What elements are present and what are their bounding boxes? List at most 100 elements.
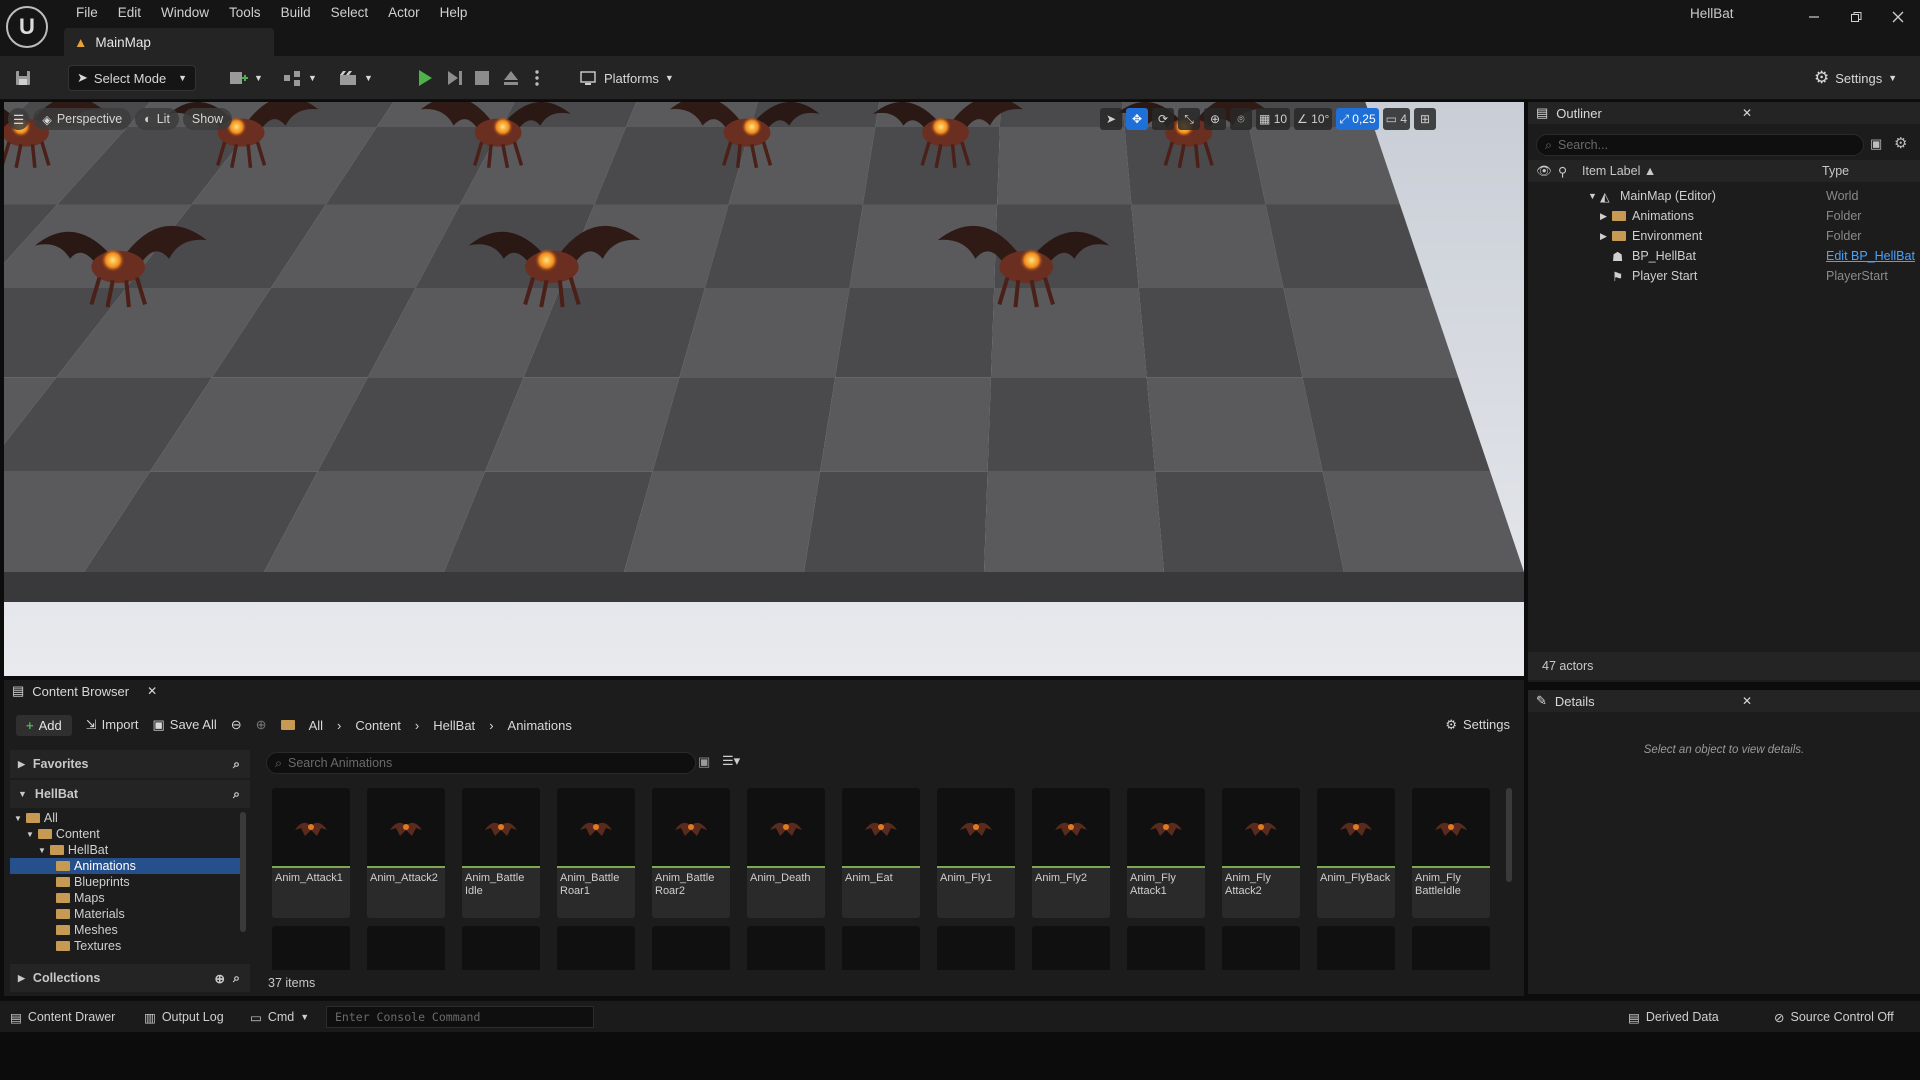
world-space-icon[interactable]: ⊕ — [1204, 108, 1226, 130]
outliner-row-animations[interactable]: ▶ Animations Folder — [1528, 206, 1920, 226]
lit-button[interactable]: ◐ Lit — [135, 108, 179, 130]
rotate-tool-icon[interactable]: ⟳ — [1152, 108, 1174, 130]
surface-snap-icon[interactable]: ⌾ — [1230, 108, 1252, 130]
asset-tile[interactable]: Anim_Fly Attack1 — [1127, 788, 1205, 918]
details-close-icon[interactable]: ✕ — [1742, 694, 1752, 708]
scale-tool-icon[interactable]: ⤡ — [1178, 108, 1200, 130]
breadcrumb-content[interactable]: Content — [355, 718, 401, 733]
import-button[interactable]: ⇲ Import — [86, 717, 139, 733]
asset-tile[interactable]: Anim_Battle Roar2 — [652, 788, 730, 918]
select-mode-dropdown[interactable]: ➤ Select Mode ▼ — [68, 65, 196, 91]
scale-snap-button[interactable]: ⤢ 0,25 — [1336, 108, 1379, 130]
add-actor-button[interactable]: ▼ — [228, 65, 263, 91]
asset-scrollbar[interactable] — [1506, 788, 1512, 882]
asset-tile[interactable]: Anim_Battle Idle — [462, 788, 540, 918]
save-icon[interactable] — [14, 65, 32, 91]
add-button[interactable]: + Add — [16, 714, 72, 736]
edit-blueprint-link[interactable]: Edit BP_HellBat — [1826, 249, 1915, 263]
tree-scrollbar[interactable] — [240, 812, 246, 932]
menu-file[interactable]: File — [66, 2, 108, 23]
content-settings-button[interactable]: ⚙ Settings — [1445, 717, 1510, 733]
asset-tile[interactable] — [842, 926, 920, 970]
blueprints-button[interactable]: ▼ — [282, 65, 317, 91]
content-browser-close-icon[interactable]: ✕ — [147, 684, 157, 698]
menu-window[interactable]: Window — [151, 2, 219, 23]
save-all-button[interactable]: ▣ Save All — [152, 717, 216, 733]
outliner-row-mainmap[interactable]: ▼ ◭ MainMap (Editor) World — [1528, 186, 1920, 206]
collections-header[interactable]: ▶ Collections ⊕ ⌕ — [10, 964, 250, 992]
project-header[interactable]: ▼ HellBat ⌕ — [10, 780, 250, 808]
cinematics-button[interactable]: ▼ — [338, 65, 373, 91]
breadcrumb-animations[interactable]: Animations — [508, 718, 572, 733]
tree-item-content[interactable]: ▼ Content — [10, 826, 242, 842]
asset-tile[interactable]: Anim_FlyBack — [1317, 788, 1395, 918]
collapse-icon[interactable]: ▼ — [1588, 191, 1597, 201]
outliner-row-player-start[interactable]: ⚑ Player Start PlayerStart — [1528, 266, 1920, 286]
tree-item-maps[interactable]: Maps — [10, 890, 242, 906]
expand-icon[interactable]: ▶ — [1600, 231, 1607, 242]
asset-tile[interactable] — [652, 926, 730, 970]
camera-speed-button[interactable]: ▭ 4 — [1382, 108, 1410, 130]
add-collection-icon[interactable]: ⊕ — [215, 971, 225, 986]
asset-tile[interactable]: Anim_Attack1 — [272, 788, 350, 918]
asset-tile[interactable] — [1032, 926, 1110, 970]
tree-item-materials[interactable]: Materials — [10, 906, 242, 922]
asset-tile[interactable] — [462, 926, 540, 970]
rotation-snap-button[interactable]: ∠ 10° — [1294, 108, 1333, 130]
tree-item-meshes[interactable]: Meshes — [10, 922, 242, 938]
asset-tile[interactable]: Anim_Fly Attack2 — [1222, 788, 1300, 918]
outliner-settings-icon[interactable]: ⚙ — [1894, 134, 1907, 152]
item-label-column[interactable]: Item Label ▲ — [1582, 164, 1656, 178]
content-browser-title[interactable]: Content Browser — [32, 684, 129, 699]
asset-tile[interactable]: Anim_Fly BattleIdle — [1412, 788, 1490, 918]
asset-tile[interactable]: Anim_Eat — [842, 788, 920, 918]
tree-item-blueprints[interactable]: Blueprints — [10, 874, 242, 890]
content-drawer-button[interactable]: ▤ Content Drawer — [10, 1007, 115, 1027]
asset-tile[interactable] — [1222, 926, 1300, 970]
search-icon[interactable]: ⌕ — [233, 757, 240, 772]
platforms-dropdown[interactable]: Platforms ▼ — [580, 65, 674, 91]
outliner-title[interactable]: Outliner — [1556, 106, 1602, 121]
stop-button[interactable] — [474, 65, 490, 91]
details-title[interactable]: Details — [1555, 694, 1595, 709]
more-options-icon[interactable] — [534, 65, 540, 91]
asset-tile[interactable]: Anim_Death — [747, 788, 825, 918]
minimize-icon[interactable] — [1796, 6, 1832, 28]
show-button[interactable]: Show — [182, 108, 233, 130]
console-input[interactable]: Enter Console Command — [326, 1006, 594, 1028]
forward-icon[interactable]: ⊕ — [256, 717, 267, 733]
asset-tile[interactable]: Anim_Battle Roar1 — [557, 788, 635, 918]
breadcrumb-hellbat[interactable]: HellBat — [433, 718, 475, 733]
translate-tool-icon[interactable]: ✥ — [1126, 108, 1148, 130]
outliner-row-environment[interactable]: ▶ Environment Folder — [1528, 226, 1920, 246]
level-viewport[interactable]: ☰ ◈ Perspective ◐ Lit Show ➤ ✥ ⟳ ⤡ ⊕ ⌾ ▦ 1… — [4, 102, 1524, 676]
asset-tile[interactable] — [367, 926, 445, 970]
asset-tile[interactable] — [1127, 926, 1205, 970]
save-search-icon[interactable]: ▣ — [698, 754, 710, 770]
type-column[interactable]: Type — [1822, 164, 1849, 178]
asset-tile[interactable] — [1412, 926, 1490, 970]
search-icon[interactable]: ⌕ — [233, 787, 240, 802]
asset-tile[interactable] — [747, 926, 825, 970]
tab-mainmap[interactable]: ▲ MainMap — [64, 28, 274, 56]
pin-column-icon[interactable]: ⚲ — [1558, 164, 1567, 179]
menu-build[interactable]: Build — [271, 2, 321, 23]
eject-button[interactable] — [502, 65, 520, 91]
perspective-button[interactable]: ◈ Perspective — [33, 108, 132, 130]
tree-item-hellbat[interactable]: ▼ HellBat — [10, 842, 242, 858]
asset-tile[interactable] — [1317, 926, 1395, 970]
cmd-dropdown[interactable]: ▭ Cmd ▼ — [250, 1007, 309, 1027]
filter-icon[interactable]: ☰▾ — [722, 753, 740, 769]
search-icon[interactable]: ⌕ — [233, 971, 240, 986]
favorites-header[interactable]: ▶ Favorites ⌕ — [10, 750, 250, 778]
output-log-button[interactable]: ▥ Output Log — [144, 1007, 224, 1027]
add-folder-icon[interactable]: ▣ — [1870, 136, 1882, 152]
viewport-scene[interactable] — [4, 102, 1524, 676]
breadcrumb-all[interactable]: All — [309, 718, 323, 733]
asset-search-input[interactable]: ⌕ Search Animations — [266, 752, 696, 774]
back-icon[interactable]: ⊖ — [231, 717, 242, 733]
maximize-viewport-icon[interactable]: ⊞ — [1414, 108, 1436, 130]
play-button[interactable] — [416, 65, 434, 91]
visibility-column-icon[interactable]: 👁 — [1536, 164, 1552, 179]
tree-item-all[interactable]: ▼ All — [10, 810, 242, 826]
